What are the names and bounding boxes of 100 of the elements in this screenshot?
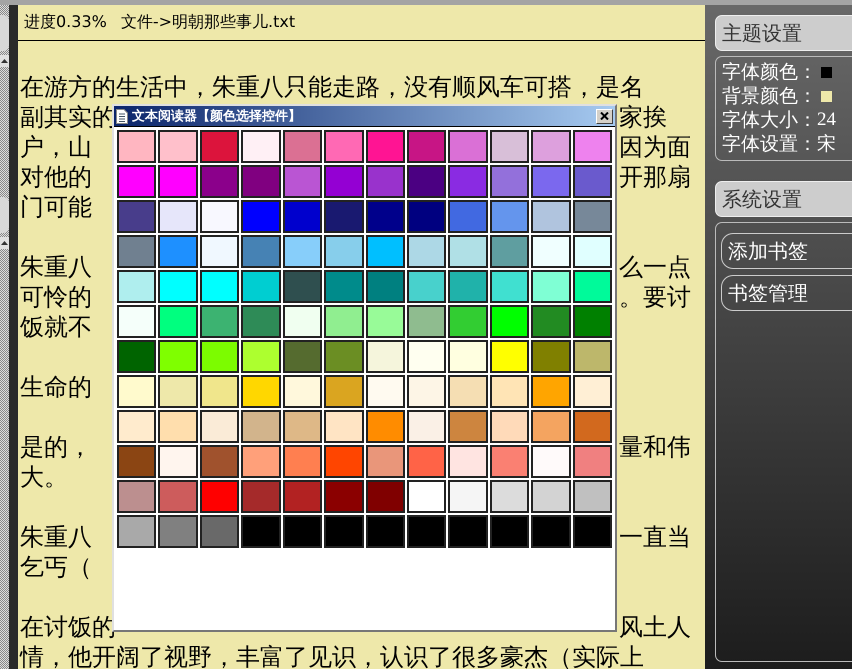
color-swatch[interactable] [366,305,405,338]
color-swatch[interactable] [490,445,530,478]
color-swatch[interactable] [531,410,571,443]
color-swatch[interactable] [324,445,364,478]
color-swatch[interactable] [406,410,446,443]
color-swatch[interactable] [531,235,571,268]
color-swatch[interactable] [366,200,405,233]
color-swatch[interactable] [448,480,488,513]
color-swatch[interactable] [366,130,405,163]
color-swatch[interactable] [200,410,240,443]
color-swatch[interactable] [241,200,281,233]
color-swatch[interactable] [324,480,364,513]
color-swatch[interactable] [490,165,530,198]
color-swatch[interactable] [324,375,364,408]
color-swatch[interactable] [200,445,240,478]
color-swatch[interactable] [324,410,364,443]
color-swatch[interactable] [282,165,322,198]
color-swatch[interactable] [406,375,446,408]
color-swatch[interactable] [572,445,612,478]
color-swatch[interactable] [572,270,612,303]
color-swatch[interactable] [117,270,156,303]
color-swatch[interactable] [324,270,364,303]
color-swatch[interactable] [531,130,571,163]
color-swatch[interactable] [406,480,446,513]
color-swatch[interactable] [572,340,612,373]
color-swatch[interactable] [406,445,446,478]
color-swatch[interactable] [200,480,240,513]
color-swatch[interactable] [158,165,198,198]
color-swatch[interactable] [200,340,240,373]
color-swatch[interactable] [531,480,571,513]
color-swatch[interactable] [531,375,571,408]
color-swatch[interactable] [158,130,198,163]
color-swatch[interactable] [241,445,281,478]
color-swatch[interactable] [117,375,156,408]
color-swatch[interactable] [324,200,364,233]
color-swatch[interactable] [282,480,322,513]
color-swatch[interactable] [448,305,488,338]
color-swatch[interactable] [282,445,322,478]
color-swatch[interactable] [282,235,322,268]
color-swatch[interactable] [117,340,156,373]
color-swatch[interactable] [158,305,198,338]
color-swatch[interactable] [241,515,281,548]
color-swatch[interactable] [531,165,571,198]
color-swatch[interactable] [158,200,198,233]
color-swatch[interactable] [282,270,322,303]
color-swatch[interactable] [200,165,240,198]
color-swatch[interactable] [448,410,488,443]
color-swatch[interactable] [117,200,156,233]
bookmark-button[interactable]: 添加书签 [721,233,852,269]
bookmark-button[interactable]: 书签管理 [721,275,852,311]
color-swatch[interactable] [117,445,156,478]
color-swatch[interactable] [324,515,364,548]
color-swatch[interactable] [490,340,530,373]
color-swatch[interactable] [490,200,530,233]
color-swatch[interactable] [366,340,405,373]
color-swatch[interactable] [448,375,488,408]
color-swatch[interactable] [282,340,322,373]
color-swatch[interactable] [200,130,240,163]
color-swatch[interactable] [158,340,198,373]
color-swatch[interactable] [117,305,156,338]
color-swatch[interactable] [117,165,156,198]
color-swatch[interactable] [490,270,530,303]
color-swatch[interactable] [406,200,446,233]
color-swatch[interactable] [200,235,240,268]
color-swatch[interactable] [572,515,612,548]
color-swatch[interactable] [572,200,612,233]
close-button[interactable] [596,108,613,124]
color-swatch[interactable] [200,515,240,548]
color-swatch[interactable] [366,445,405,478]
color-swatch[interactable] [490,515,530,548]
color-swatch[interactable] [572,375,612,408]
color-swatch[interactable] [324,305,364,338]
color-swatch[interactable] [158,515,198,548]
color-swatch[interactable] [490,410,530,443]
color-swatch[interactable] [282,375,322,408]
color-swatch[interactable] [572,410,612,443]
color-swatch[interactable] [366,235,405,268]
color-swatch[interactable] [241,270,281,303]
color-swatch[interactable] [448,200,488,233]
color-swatch[interactable] [531,200,571,233]
color-swatch[interactable] [158,445,198,478]
color-swatch[interactable] [531,515,571,548]
color-swatch[interactable] [241,340,281,373]
color-swatch[interactable] [366,375,405,408]
color-swatch[interactable] [200,270,240,303]
color-swatch[interactable] [117,235,156,268]
color-swatch[interactable] [282,305,322,338]
color-swatch[interactable] [821,66,832,78]
color-swatch[interactable] [366,515,405,548]
color-swatch[interactable] [406,270,446,303]
color-swatch[interactable] [366,165,405,198]
color-swatch[interactable] [448,235,488,268]
color-swatch[interactable] [200,305,240,338]
color-swatch[interactable] [158,235,198,268]
color-swatch[interactable] [406,340,446,373]
color-swatch[interactable] [406,305,446,338]
color-swatch[interactable] [490,375,530,408]
color-swatch[interactable] [572,305,612,338]
color-swatch[interactable] [200,200,240,233]
color-swatch[interactable] [241,235,281,268]
